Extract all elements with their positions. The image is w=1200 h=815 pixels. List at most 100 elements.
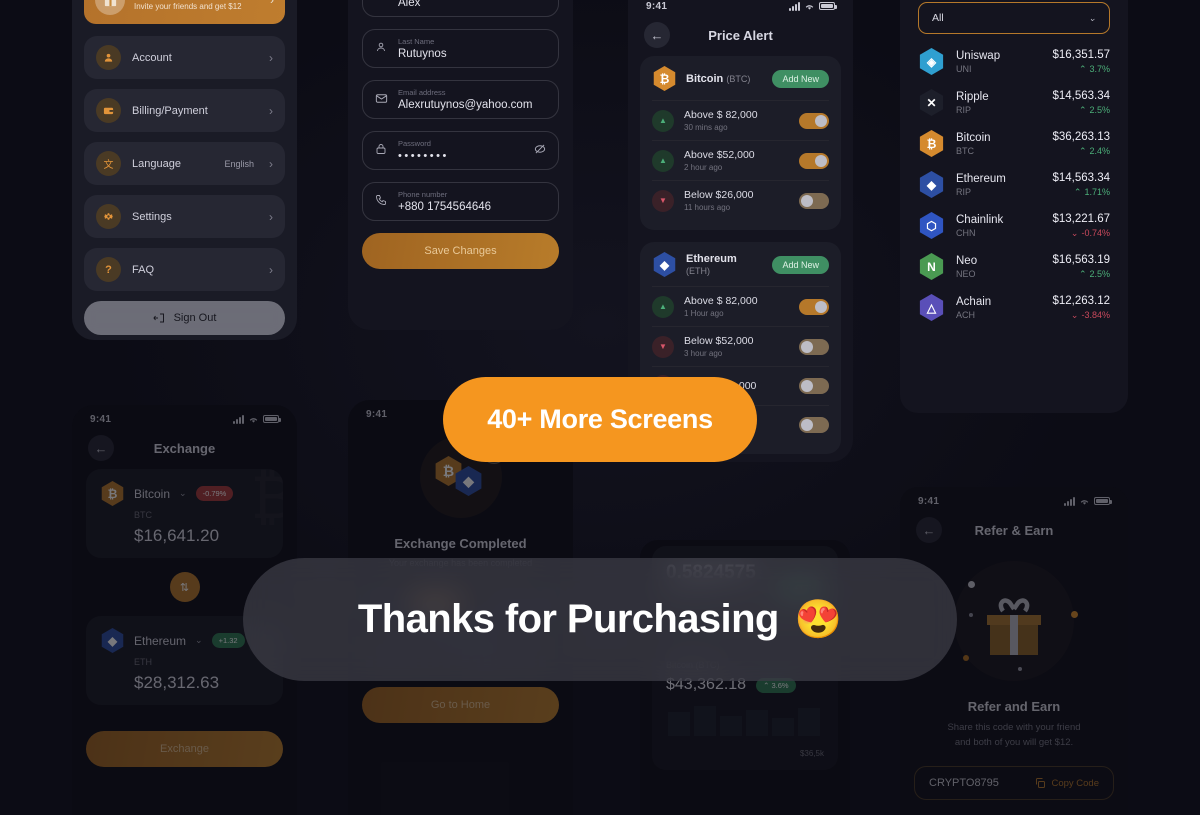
invite-subtitle: Invite your friends and get $12 bbox=[134, 1, 242, 11]
crypto-change: ⌃ 3.7% bbox=[1078, 63, 1110, 75]
from-coin-name: Bitcoin bbox=[134, 486, 171, 501]
gear-icon bbox=[96, 204, 121, 229]
crypto-symbol: ACH bbox=[956, 309, 976, 320]
go-to-home-button[interactable]: Go to Home bbox=[362, 686, 559, 723]
status-bar: 9:41 bbox=[900, 487, 1128, 509]
copy-code-button[interactable]: Copy Code bbox=[1034, 777, 1099, 789]
trend-down-icon: ▼ bbox=[652, 189, 674, 212]
chevron-down-icon[interactable]: ⌄ bbox=[195, 635, 203, 646]
crypto-row[interactable]: ⬡ Chainlink CHN $13,221.67 ⌄ -0.74% bbox=[918, 212, 1110, 239]
alert-text: Below $26,000 bbox=[684, 189, 754, 201]
bitcoin-icon: ₿ bbox=[101, 481, 124, 506]
invite-friends-banner[interactable]: Invite Friends Invite your friends and g… bbox=[84, 0, 285, 24]
sidebar-item-settings[interactable]: Settings › bbox=[84, 195, 285, 238]
neo-icon: N bbox=[919, 253, 944, 280]
alert-toggle[interactable] bbox=[799, 152, 829, 169]
crypto-row[interactable]: △ Achain ACH $12,263.12 ⌄ -3.84% bbox=[918, 294, 1110, 321]
save-changes-button[interactable]: Save Changes bbox=[362, 233, 559, 269]
battery-icon bbox=[819, 2, 837, 10]
sign-out-button[interactable]: Sign Out bbox=[84, 301, 285, 335]
filter-select[interactable]: All ⌄ bbox=[918, 2, 1110, 34]
eye-off-icon[interactable] bbox=[533, 142, 547, 159]
logout-icon bbox=[152, 313, 164, 323]
swap-vertical-icon[interactable]: ⇅ bbox=[169, 572, 200, 602]
back-arrow-icon[interactable]: ← bbox=[88, 435, 114, 461]
email-field[interactable]: Email address Alexrutuynos@yahoo.com bbox=[362, 80, 559, 119]
alert-toggle[interactable] bbox=[799, 298, 829, 315]
exchange-button[interactable]: Exchange bbox=[86, 731, 283, 767]
edit-profile-panel: First Name Alex Last Name Rutuynos E bbox=[348, 0, 573, 330]
alert-time: 3 hour ago bbox=[684, 349, 723, 358]
status-bar: 9:41 bbox=[628, 0, 853, 14]
chevron-down-icon: ⌄ bbox=[1088, 12, 1096, 23]
translate-icon: 文 bbox=[96, 151, 121, 176]
crypto-change: ⌃ 1.71% bbox=[1073, 186, 1110, 198]
decor-dot bbox=[969, 613, 973, 617]
field-value: •••••••• bbox=[398, 150, 449, 162]
status-time: 9:41 bbox=[918, 495, 940, 507]
field-value: +880 1754564646 bbox=[398, 201, 492, 213]
field-value: Alex bbox=[398, 0, 421, 9]
sidebar-item-faq[interactable]: ? FAQ › bbox=[84, 248, 285, 291]
alert-toggle[interactable] bbox=[799, 378, 829, 394]
crypto-symbol: CHN bbox=[956, 227, 976, 238]
trend-down-icon: ▼ bbox=[652, 335, 674, 358]
crypto-name: Achain bbox=[956, 295, 992, 308]
back-arrow-icon[interactable]: ← bbox=[644, 22, 670, 48]
ethereum-icon: ◆ bbox=[101, 628, 124, 653]
uniswap-icon: ◈ bbox=[919, 48, 944, 75]
back-arrow-icon[interactable]: ← bbox=[916, 517, 942, 543]
decor-dot bbox=[968, 581, 975, 588]
status-bar: 9:41 bbox=[72, 405, 297, 427]
axis-mark: $36,5k bbox=[799, 749, 824, 758]
refer-description: Share this code with your friend and bot… bbox=[947, 722, 1081, 748]
invite-title: Invite Friends bbox=[134, 0, 261, 1]
wifi-icon bbox=[805, 4, 814, 10]
phone-field[interactable]: Phone number +880 1754564646 bbox=[362, 182, 559, 221]
ripple-icon: ✕ bbox=[919, 89, 944, 116]
question-icon: ? bbox=[96, 257, 121, 282]
field-label: Last Name bbox=[398, 37, 435, 46]
alert-time: 11 hours ago bbox=[684, 203, 731, 212]
sign-out-label: Sign Out bbox=[173, 312, 217, 324]
exchange-from-card[interactable]: ₿ ₿ Bitcoin ⌄ -0.79% BTC $16,641.20 bbox=[86, 469, 283, 558]
password-field[interactable]: Password •••••••• bbox=[362, 131, 559, 170]
alert-row: ▼ Below $26,000 11 hours ago bbox=[652, 180, 829, 220]
sidebar-item-account[interactable]: Account › bbox=[84, 36, 285, 79]
nav-bar: ← Exchange bbox=[72, 427, 297, 469]
sidebar-item-label: Billing/Payment bbox=[132, 104, 208, 117]
alert-text: Below $52,000 bbox=[684, 335, 754, 347]
alert-time: 30 mins ago bbox=[684, 123, 728, 132]
alert-text: Above $ 82,000 bbox=[684, 295, 758, 307]
chevron-right-icon: › bbox=[269, 103, 273, 118]
alert-toggle[interactable] bbox=[799, 417, 829, 433]
crypto-row[interactable]: ◈ Uniswap UNI $16,351.57 ⌃ 3.7% bbox=[918, 48, 1110, 75]
trend-down-icon: ⌄ bbox=[1070, 227, 1079, 238]
crypto-row[interactable]: ✕ Ripple RIP $14,563.34 ⌃ 2.5% bbox=[918, 89, 1110, 116]
last-name-field[interactable]: Last Name Rutuynos bbox=[362, 29, 559, 68]
trend-up-icon: ▲ bbox=[652, 149, 674, 172]
wifi-icon bbox=[1080, 499, 1089, 505]
from-symbol: BTC bbox=[134, 510, 152, 520]
sidebar-item-billing[interactable]: Billing/Payment › bbox=[84, 89, 285, 132]
first-name-field[interactable]: First Name Alex bbox=[362, 0, 559, 17]
crypto-row[interactable]: ◆ Ethereum RIP $14,563.34 ⌃ 1.71% bbox=[918, 171, 1110, 198]
crypto-name: Neo bbox=[956, 254, 978, 267]
alert-toggle[interactable] bbox=[799, 338, 829, 355]
alert-row: ▼ Below $52,000 3 hour ago bbox=[652, 326, 829, 366]
field-label: Email address bbox=[398, 88, 446, 97]
chainlink-icon: ⬡ bbox=[919, 212, 944, 239]
alert-toggle[interactable] bbox=[799, 112, 829, 129]
crypto-row[interactable]: ₿ Bitcoin BTC $36,263.13 ⌃ 2.4% bbox=[918, 130, 1110, 157]
add-new-button[interactable]: Add New bbox=[772, 69, 829, 88]
alert-toggle[interactable] bbox=[799, 192, 829, 209]
field-value: Rutuynos bbox=[398, 48, 447, 60]
crypto-row[interactable]: N Neo NEO $16,563.19 ⌃ 2.5% bbox=[918, 253, 1110, 280]
add-new-button[interactable]: Add New bbox=[772, 255, 829, 274]
sidebar-item-language[interactable]: 文 Language English › bbox=[84, 142, 285, 185]
chevron-down-icon[interactable]: ⌄ bbox=[179, 488, 187, 499]
signal-icon bbox=[233, 414, 244, 424]
coin-name: Bitcoin (BTC) bbox=[686, 72, 751, 85]
promo-code-value: CRYPTO8795 bbox=[929, 777, 999, 790]
gift-icon bbox=[95, 0, 125, 15]
